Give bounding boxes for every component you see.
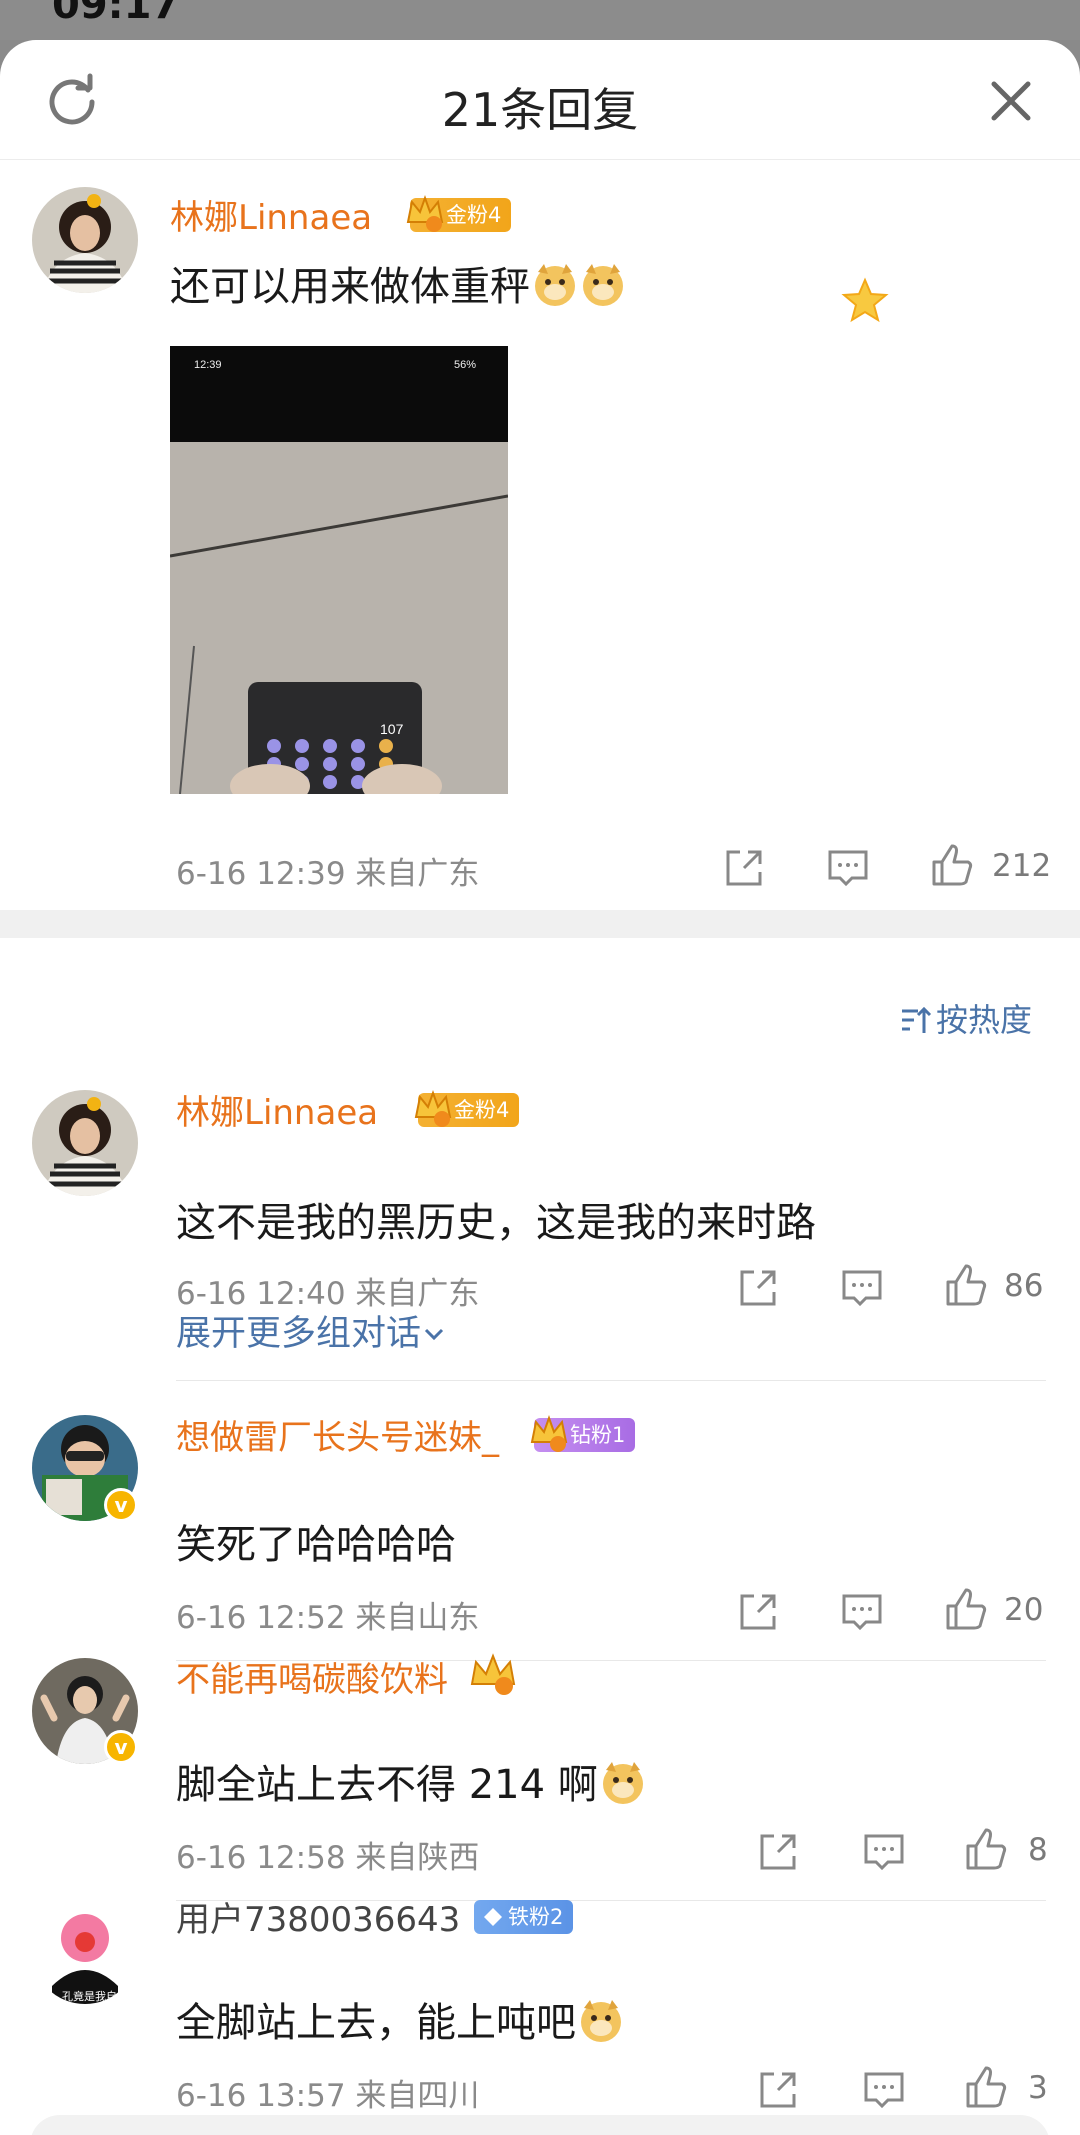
avatar[interactable]: [32, 1090, 138, 1196]
sort-label: 按热度: [936, 1001, 1033, 1039]
decoration-star-icon: [841, 277, 889, 323]
reply-input-bar[interactable]: [30, 2115, 1050, 2135]
sort-icon: [902, 1006, 932, 1033]
comment-icon[interactable]: [840, 1266, 884, 1310]
photo-image: 12:39 56% 107: [170, 346, 508, 794]
sheet-title: 21条回复: [441, 83, 639, 137]
comment-photo[interactable]: 12:39 56% 107: [170, 346, 508, 794]
like-icon[interactable]: [942, 1262, 990, 1310]
divider: [176, 1380, 1046, 1381]
photo-calculator-display: 107: [380, 721, 404, 737]
username[interactable]: 不能再喝碳酸饮料: [176, 1652, 448, 1701]
fan-badge[interactable]: 金粉4: [414, 1090, 520, 1127]
fan-badge-label: 钻粉1: [570, 1423, 626, 1447]
comment-meta: 6-16 12:58 来自陕西: [176, 1840, 480, 1876]
verified-badge: v: [104, 1488, 138, 1522]
close-icon[interactable]: [986, 76, 1036, 126]
fan-badge-label: 金粉4: [454, 1098, 510, 1122]
comment-icon[interactable]: [840, 1590, 884, 1634]
fan-badge-label: 铁粉2: [508, 1905, 564, 1929]
status-bar: 09:17: [0, 0, 1080, 40]
replies-sheet: 21条回复 林娜Linnaea 金粉4 还可以用来做体重秤 12:39 56%: [0, 40, 1080, 2135]
like-count: 20: [1004, 1592, 1044, 1628]
chevron-down-icon: [424, 1328, 444, 1341]
share-icon[interactable]: [722, 846, 766, 890]
sheet-header: 21条回复: [0, 40, 1080, 160]
comment-meta: 6-16 12:39 来自广东: [176, 856, 480, 892]
doge-emoji-icon: [581, 2000, 621, 2042]
section-divider: [0, 910, 1080, 938]
like-icon[interactable]: [942, 1586, 990, 1634]
comment-text-body: 还可以用来做体重秤: [170, 264, 530, 310]
avatar[interactable]: [32, 187, 138, 293]
avatar[interactable]: 孔竟是我自己: [32, 1898, 138, 2004]
expand-label: 展开更多组对话: [176, 1314, 422, 1354]
doge-emoji-icon: [535, 264, 575, 306]
status-time: 09:17: [52, 0, 180, 28]
comment-icon[interactable]: [862, 2068, 906, 2112]
photo-battery: 56%: [454, 359, 476, 371]
fan-badge[interactable]: 金粉4: [406, 195, 512, 232]
username[interactable]: 用户7380036643: [176, 1892, 460, 1941]
expand-more-link[interactable]: 展开更多组对话: [176, 1305, 447, 1356]
comment-meta: 6-16 13:57 来自四川: [176, 2078, 480, 2114]
crown-icon: [414, 1090, 452, 1127]
doge-emoji-icon: [583, 264, 623, 306]
comment-text: 笑死了哈哈哈哈: [176, 1522, 456, 1568]
diamond-icon: [484, 1908, 502, 1926]
username[interactable]: 林娜Linnaea: [170, 190, 372, 239]
share-icon[interactable]: [736, 1590, 780, 1634]
like-icon[interactable]: [928, 842, 976, 890]
like-count: 3: [1028, 2070, 1048, 2106]
like-count: 212: [992, 848, 1052, 884]
comment-text: 这不是我的黑历史，这是我的来时路: [176, 1200, 816, 1246]
crown-icon: [530, 1415, 568, 1452]
fan-badge[interactable]: 钻粉1: [530, 1415, 636, 1452]
comment-icon[interactable]: [862, 1830, 906, 1874]
like-count: 86: [1004, 1268, 1044, 1304]
comment-text: 还可以用来做体重秤: [170, 254, 626, 312]
fan-badge-label: 金粉4: [446, 203, 502, 227]
crown-icon: [470, 1653, 516, 1695]
like-icon[interactable]: [962, 2064, 1010, 2112]
doge-emoji-icon: [602, 1762, 643, 1804]
crown-icon: [406, 195, 444, 232]
svg-text:孔竟是我自己: 孔竟是我自己: [62, 1990, 128, 2003]
verified-badge: v: [104, 1730, 138, 1764]
comment-icon[interactable]: [826, 846, 870, 890]
fan-badge[interactable]: 铁粉2: [474, 1900, 574, 1934]
share-icon[interactable]: [736, 1266, 780, 1310]
like-icon[interactable]: [962, 1826, 1010, 1874]
comment-text-body: 脚全站上去不得 214 啊: [176, 1762, 598, 1808]
share-icon[interactable]: [756, 1830, 800, 1874]
comment-text: 脚全站上去不得 214 啊: [176, 1752, 646, 1810]
comment-meta: 6-16 12:52 来自山东: [176, 1600, 480, 1636]
comment-text: 全脚站上去，能上吨吧: [176, 1990, 624, 2048]
sort-button[interactable]: 按热度: [898, 995, 1032, 1041]
share-icon[interactable]: [756, 2068, 800, 2112]
photo-time: 12:39: [194, 359, 222, 371]
username[interactable]: 想做雷厂长头号迷妹_: [176, 1410, 499, 1459]
username[interactable]: 林娜Linnaea: [176, 1085, 378, 1134]
like-count: 8: [1028, 1832, 1048, 1868]
comment-text-body: 全脚站上去，能上吨吧: [176, 2000, 576, 2046]
